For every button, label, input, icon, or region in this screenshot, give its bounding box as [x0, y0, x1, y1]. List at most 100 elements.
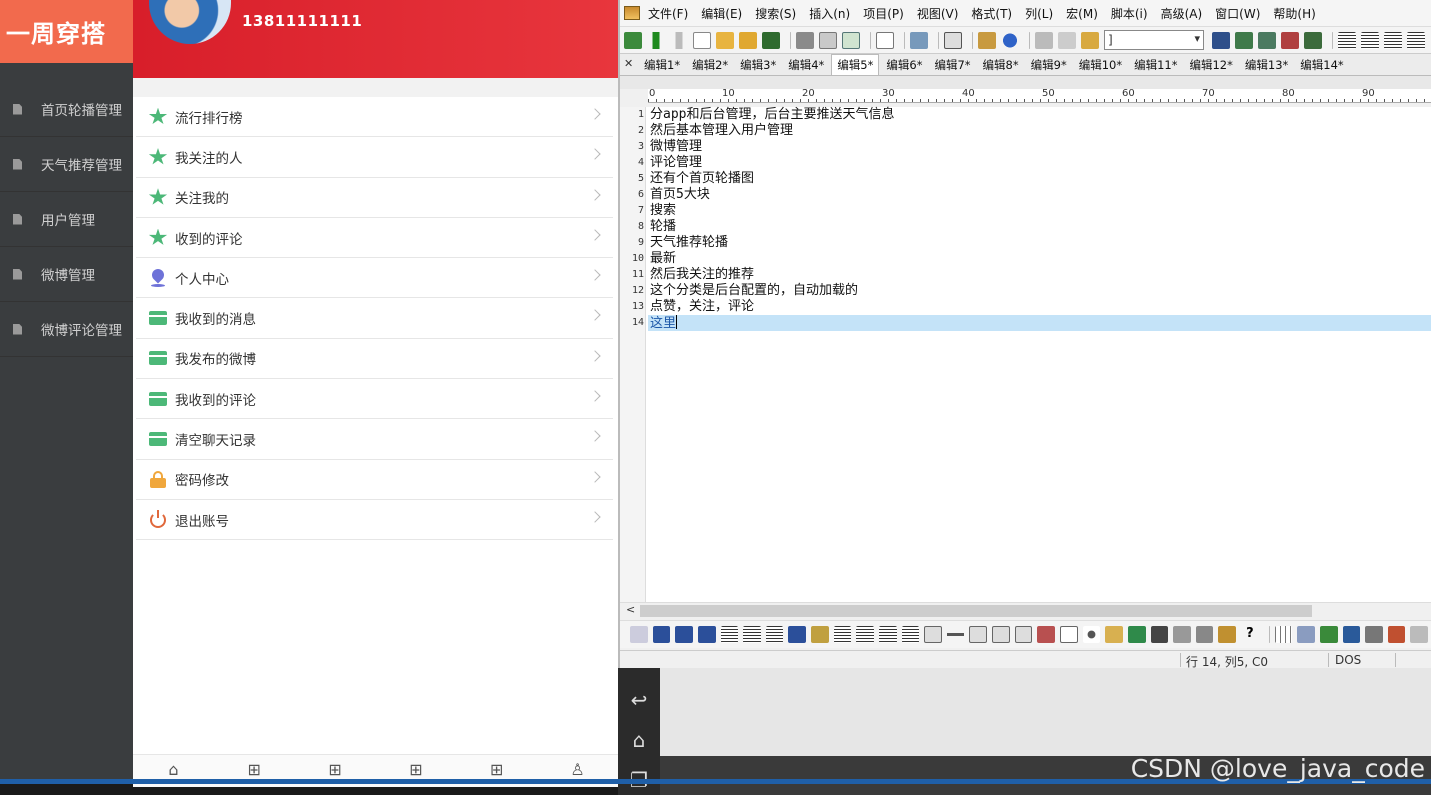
- cut-icon[interactable]: [1035, 31, 1053, 49]
- menu-macro[interactable]: 宏(M): [1066, 5, 1098, 22]
- menu-item-change-password[interactable]: 密码修改: [136, 460, 613, 500]
- image-button-icon[interactable]: [1037, 626, 1056, 643]
- recents-icon[interactable]: ❐: [618, 760, 660, 795]
- wordwrap-icon[interactable]: [910, 31, 928, 49]
- find-next-icon[interactable]: [1235, 31, 1253, 49]
- print-icon[interactable]: [796, 31, 814, 49]
- horizontal-rule-icon[interactable]: [946, 626, 965, 643]
- menu-item-following[interactable]: 我关注的人: [136, 137, 613, 178]
- menu-search[interactable]: 搜索(S): [755, 5, 796, 22]
- tab-edit5[interactable]: 编辑5*: [831, 54, 880, 75]
- hotspot-icon[interactable]: [1173, 626, 1191, 643]
- align-left-icon[interactable]: [1338, 31, 1356, 49]
- help-icon[interactable]: ?: [1241, 626, 1259, 643]
- radio-icon[interactable]: [1082, 626, 1101, 643]
- bold-icon[interactable]: [652, 626, 671, 643]
- underline-icon[interactable]: [697, 626, 716, 643]
- password-field-icon[interactable]: [1014, 626, 1033, 643]
- tab-edit7[interactable]: 编辑7*: [929, 56, 975, 75]
- table-insert-icon[interactable]: [1105, 626, 1123, 643]
- sidebar-item-users[interactable]: 用户管理: [0, 192, 133, 247]
- tab-edit6[interactable]: 编辑6*: [881, 56, 927, 75]
- html-icon[interactable]: [630, 626, 648, 643]
- checkbox-icon[interactable]: [1060, 626, 1078, 643]
- list-icon[interactable]: [978, 31, 996, 49]
- highlight-icon[interactable]: [811, 626, 829, 643]
- menu-item-trending[interactable]: 流行排行榜: [136, 97, 613, 138]
- menu-edit[interactable]: 编辑(E): [701, 5, 742, 22]
- font-icon[interactable]: [788, 626, 806, 643]
- menu-item-profile[interactable]: 个人中心: [136, 258, 613, 299]
- indent-icon[interactable]: [901, 626, 920, 643]
- bullet-list-icon[interactable]: [743, 626, 761, 643]
- tab-edit8[interactable]: 编辑8*: [978, 56, 1024, 75]
- table-icon[interactable]: [1274, 626, 1293, 643]
- align-left-icon[interactable]: [833, 626, 852, 643]
- align-center-icon[interactable]: [856, 626, 874, 643]
- home-nav-icon[interactable]: ⌂: [618, 720, 660, 760]
- close-tab-icon[interactable]: ✕: [624, 57, 633, 70]
- menu-item-messages[interactable]: 我收到的消息: [136, 298, 613, 339]
- anchor-icon[interactable]: [1150, 626, 1169, 643]
- textfield-icon[interactable]: [969, 626, 988, 643]
- new-file-icon[interactable]: [693, 31, 711, 49]
- align-center-icon[interactable]: [1361, 31, 1379, 49]
- menu-column[interactable]: 列(L): [1025, 5, 1053, 22]
- menu-item-followers[interactable]: 关注我的: [136, 178, 613, 218]
- sidebar-item-weather[interactable]: 天气推荐管理: [0, 137, 133, 192]
- replace-icon[interactable]: [1281, 31, 1299, 49]
- copy-table-icon[interactable]: [1297, 626, 1315, 643]
- avatar[interactable]: [149, 0, 231, 44]
- tab-edit2[interactable]: 编辑2*: [687, 56, 733, 75]
- more-icon[interactable]: [1410, 626, 1429, 643]
- tab-edit9[interactable]: 编辑9*: [1026, 56, 1072, 75]
- spellcheck-icon[interactable]: [842, 31, 860, 49]
- scroll-left-icon[interactable]: <: [626, 603, 635, 616]
- menu-help[interactable]: 帮助(H): [1273, 5, 1315, 22]
- copy-icon[interactable]: [1058, 31, 1076, 49]
- tab-edit11[interactable]: 编辑11*: [1129, 56, 1182, 75]
- find-in-files-icon[interactable]: [1304, 31, 1322, 49]
- open-folder-icon[interactable]: [739, 31, 757, 49]
- image-icon[interactable]: [1127, 626, 1146, 643]
- horizontal-scrollbar[interactable]: <: [620, 602, 1431, 618]
- menu-item-clear-chat[interactable]: 清空聊天记录: [136, 419, 613, 460]
- settings-icon[interactable]: [1365, 626, 1383, 643]
- numbered-list-icon[interactable]: [765, 626, 784, 643]
- menu-view[interactable]: 视图(V): [917, 5, 959, 22]
- form-icon[interactable]: [924, 626, 942, 643]
- paste-icon[interactable]: [1081, 31, 1099, 49]
- tools-icon[interactable]: [1387, 626, 1406, 643]
- menu-format[interactable]: 格式(T): [971, 5, 1012, 22]
- tab-edit13[interactable]: 编辑13*: [1240, 56, 1293, 75]
- lock-icon[interactable]: [1218, 626, 1237, 643]
- align-right-icon[interactable]: [1384, 31, 1402, 49]
- menu-item-received-comments[interactable]: 收到的评论: [136, 218, 613, 259]
- id-icon[interactable]: [1342, 626, 1361, 643]
- save-icon[interactable]: [762, 31, 780, 49]
- map-icon[interactable]: [1195, 626, 1214, 643]
- browser-icon[interactable]: [1001, 31, 1019, 49]
- tab-edit12[interactable]: 编辑12*: [1184, 56, 1237, 75]
- back-icon[interactable]: ↩: [618, 680, 660, 720]
- menu-window[interactable]: 窗口(W): [1215, 5, 1260, 22]
- sidebar-item-comments[interactable]: 微博评论管理: [0, 302, 133, 357]
- tab-edit14[interactable]: 编辑14*: [1295, 56, 1348, 75]
- binoculars-icon[interactable]: [1212, 31, 1230, 49]
- menu-item-my-posts[interactable]: 我发布的微博: [136, 339, 613, 380]
- menu-item-logout[interactable]: 退出账号: [136, 500, 613, 541]
- menu-insert[interactable]: 插入(n): [809, 5, 850, 22]
- italic-icon[interactable]: [675, 626, 693, 643]
- tab-edit1[interactable]: 编辑1*: [639, 56, 685, 75]
- find-prev-icon[interactable]: [1258, 31, 1276, 49]
- scrollbar-thumb[interactable]: [640, 605, 1312, 617]
- menu-item-my-comments[interactable]: 我收到的评论: [136, 379, 613, 420]
- validate-icon[interactable]: [1319, 626, 1338, 643]
- textarea-icon[interactable]: [992, 626, 1010, 643]
- tab-edit3[interactable]: 编辑3*: [735, 56, 781, 75]
- print-preview-icon[interactable]: [819, 31, 837, 49]
- menu-script[interactable]: 脚本(i): [1111, 5, 1148, 22]
- text-area[interactable]: 1 分app和后台管理，后台主要推送天气信息 2 然后基本管理入用户管理 3 微博管理…: [620, 107, 1431, 602]
- open-folder-icon[interactable]: [716, 31, 734, 49]
- document-icon[interactable]: [876, 31, 894, 49]
